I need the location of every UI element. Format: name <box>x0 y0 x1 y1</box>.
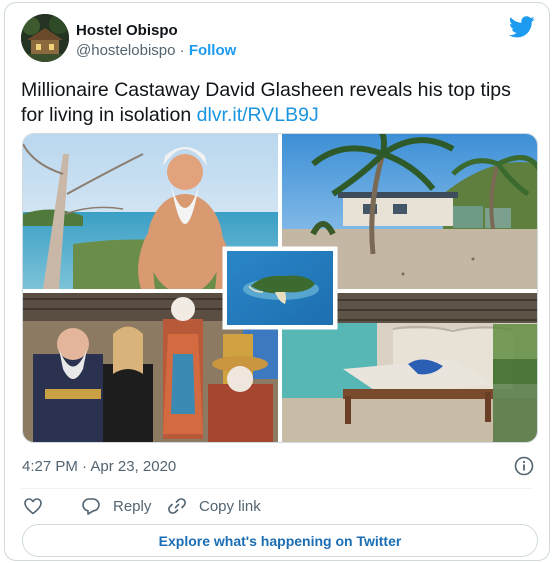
follow-button[interactable]: Follow <box>189 42 237 59</box>
tweet-card: Hostel Obispo @hostelobispo · Follow Mil… <box>4 2 550 561</box>
tweet-media[interactable] <box>22 133 538 443</box>
user-handle[interactable]: @hostelobispo <box>76 42 175 59</box>
tweet-header: Hostel Obispo @hostelobispo · Follow <box>21 14 537 66</box>
tweet-link[interactable]: dlvr.it/RVLB9J <box>197 104 319 126</box>
divider <box>21 488 533 489</box>
avatar[interactable] <box>21 14 69 62</box>
copy-link-button[interactable]: Copy link <box>167 493 261 519</box>
explore-button[interactable]: Explore what's happening on Twitter <box>22 524 538 557</box>
reply-label: Reply <box>113 497 152 515</box>
copy-link-label: Copy link <box>199 497 261 515</box>
heart-icon <box>24 498 42 515</box>
info-icon[interactable] <box>514 456 534 476</box>
reply-button[interactable]: Reply <box>81 493 151 519</box>
like-button[interactable] <box>23 493 55 519</box>
twitter-bird-icon[interactable] <box>509 16 535 38</box>
link-icon <box>168 498 186 514</box>
user-name[interactable]: Hostel Obispo <box>76 22 178 39</box>
handle-row: @hostelobispo · Follow <box>76 42 236 59</box>
reply-icon <box>82 498 100 515</box>
tweet-actions: Reply Copy link <box>21 493 533 521</box>
separator: · <box>179 42 185 59</box>
tweet-text: Millionaire Castaway David Glasheen reve… <box>21 78 531 128</box>
tweet-timestamp[interactable]: 4:27 PM · Apr 23, 2020 <box>22 458 176 475</box>
